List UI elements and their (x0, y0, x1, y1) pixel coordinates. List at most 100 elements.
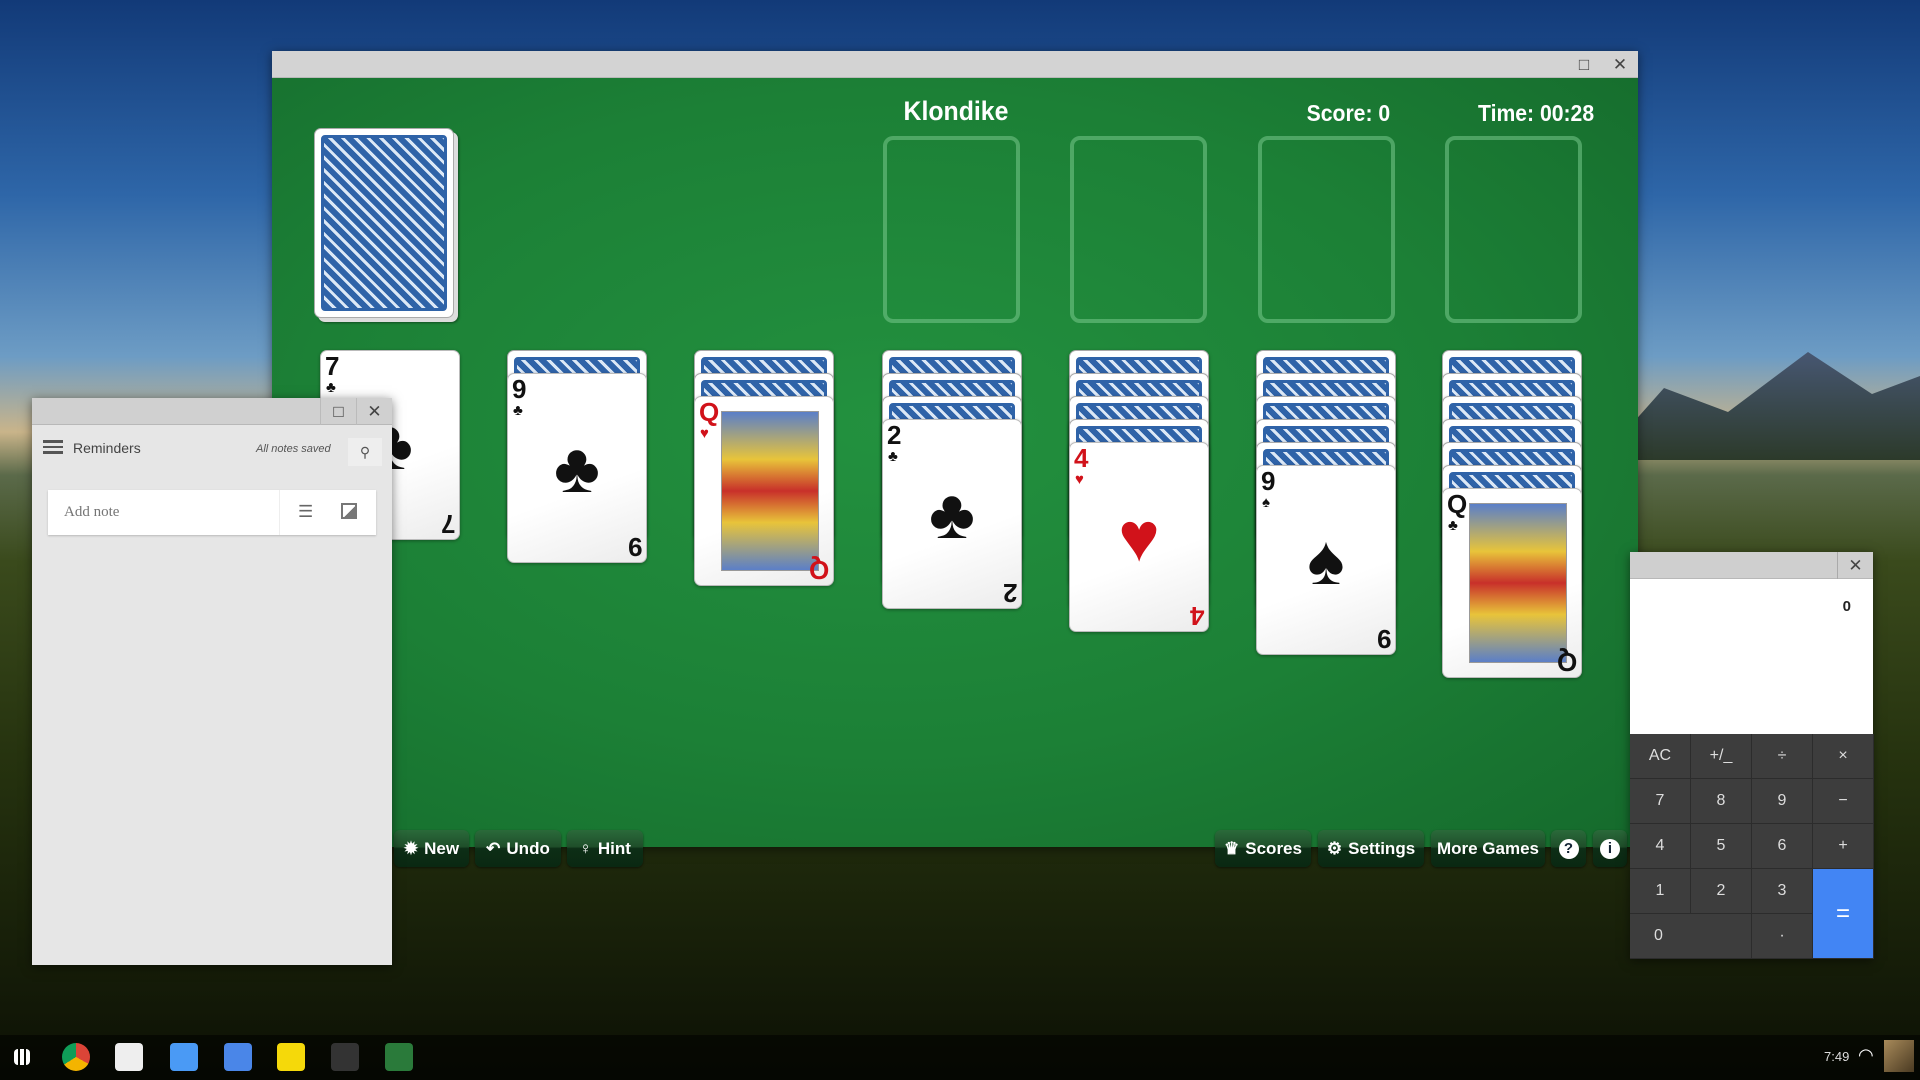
undo-button[interactable]: ↶ Undo (475, 830, 561, 867)
calculator-display: 0 (1842, 598, 1851, 615)
maximize-button[interactable]: □ (320, 398, 356, 425)
info-button[interactable]: i (1593, 830, 1627, 867)
foundation-pile[interactable] (1258, 136, 1395, 323)
calc-key[interactable]: = (1813, 869, 1874, 959)
card-rank: Q (699, 397, 720, 427)
card-rank-bottom: 9 (1376, 624, 1391, 654)
hearts-icon: ♥ (1075, 471, 1084, 488)
card-rank: 4 (1074, 443, 1089, 473)
foundation-pile[interactable] (883, 136, 1020, 323)
calc-key[interactable]: − (1813, 779, 1874, 824)
clubs-icon: ♣ (326, 379, 336, 396)
close-button[interactable]: ✕ (1602, 51, 1638, 78)
close-button[interactable]: ✕ (356, 398, 392, 425)
tableau-card[interactable]: Q ♥ Q (694, 396, 834, 586)
search-button[interactable]: ⚲ (348, 438, 382, 466)
card-rank-bottom: Q (1556, 647, 1577, 677)
clock: 7:49 (1824, 1049, 1850, 1064)
card-rank-bottom: 7 (440, 509, 455, 539)
calc-key[interactable]: 7 (1630, 779, 1691, 824)
calc-key[interactable]: × (1813, 734, 1874, 779)
solitaire-window: □ ✕ Klondike Score: 0 Time: 00:28 ♣7♣7♣9… (272, 51, 1638, 867)
docs-icon[interactable] (224, 1043, 252, 1071)
score: Score: 0 (1306, 100, 1391, 126)
calc-key[interactable]: ÷ (1752, 734, 1813, 779)
add-note-box: ☰ (48, 490, 376, 535)
tableau-card[interactable]: ♣ 9 ♣ 9 (507, 373, 647, 563)
court-card-art (1469, 503, 1567, 663)
help-icon: ? (1558, 838, 1579, 859)
calculator-titlebar: ✕ (1630, 552, 1873, 579)
calc-key[interactable]: · (1752, 914, 1813, 959)
clubs-icon: ♣ (1448, 517, 1458, 534)
court-card-art (721, 411, 819, 571)
card-rank: Q (1447, 489, 1468, 519)
calc-key[interactable]: 5 (1691, 824, 1752, 869)
new-game-button[interactable]: ✹ New (394, 830, 469, 867)
suit-pip-icon: ♣ (554, 429, 600, 507)
settings-button[interactable]: ⚙ Settings (1318, 830, 1424, 867)
game-board: Klondike Score: 0 Time: 00:28 ♣7♣7♣9♣9Q♥… (272, 78, 1638, 867)
wallpaper-mountains (1600, 352, 1920, 460)
help-button[interactable]: ? (1551, 830, 1586, 867)
tableau-card[interactable]: ♥ 4 ♥ 4 (1069, 442, 1209, 632)
card-rank: 9 (1261, 466, 1276, 496)
close-button[interactable]: ✕ (1837, 552, 1873, 579)
calc-key[interactable]: 3 (1752, 869, 1813, 914)
timer: Time: 00:28 (1478, 100, 1595, 126)
launcher-icon[interactable] (14, 1049, 30, 1065)
window-manager-icon[interactable] (331, 1043, 359, 1071)
taskbar: 7:49 ◠ (0, 1035, 1920, 1080)
calc-key[interactable]: 9 (1752, 779, 1813, 824)
calc-key[interactable]: 6 (1752, 824, 1813, 869)
calc-key[interactable]: +/_ (1691, 734, 1752, 779)
foundation-pile[interactable] (1070, 136, 1207, 323)
menu-icon[interactable] (43, 440, 63, 454)
lightbulb-icon: ♀ (579, 838, 592, 858)
solitaire-titlebar: □ ✕ (272, 51, 1638, 78)
app-title: Reminders (73, 440, 141, 456)
user-avatar[interactable] (1884, 1040, 1914, 1072)
list-icon[interactable]: ☰ (298, 502, 313, 522)
gmail-icon[interactable] (115, 1043, 143, 1071)
wifi-icon[interactable]: ◠ (1858, 1045, 1874, 1066)
maximize-button[interactable]: □ (1566, 51, 1602, 78)
game-title: Klondike (903, 96, 1009, 126)
tableau-card[interactable]: ♣ 2 ♣ 2 (882, 419, 1022, 609)
calc-key[interactable]: 8 (1691, 779, 1752, 824)
info-icon: i (1600, 838, 1620, 859)
search-icon: ⚲ (359, 443, 371, 460)
calc-key[interactable]: 1 (1630, 869, 1691, 914)
calc-key[interactable]: 2 (1691, 869, 1752, 914)
image-icon[interactable] (341, 503, 357, 519)
card-rank-bottom: 2 (1002, 578, 1017, 608)
card-rank-bottom: 9 (627, 532, 642, 562)
more-games-button[interactable]: More Games (1431, 830, 1545, 867)
card-rank: 7 (325, 351, 340, 381)
save-status: All notes saved (256, 443, 331, 455)
add-note-input[interactable] (48, 490, 280, 535)
card-rank-bottom: 4 (1189, 601, 1204, 631)
reminders-window: □ ✕ Reminders All notes saved ⚲ ☰ (32, 398, 392, 965)
calc-key[interactable]: AC (1630, 734, 1691, 779)
solitaire-icon[interactable] (385, 1043, 413, 1071)
card-rank: 9 (512, 374, 527, 404)
tableau-card[interactable]: Q ♣ Q (1442, 488, 1582, 678)
tableau-card[interactable]: ♠ 9 ♠ 9 (1256, 465, 1396, 655)
scores-button[interactable]: ♛ Scores (1215, 830, 1311, 867)
calculator-window: ✕ 0 AC +/_ ÷ × 7 8 9−4 5 6 +1 2 3 = 0 · (1630, 552, 1874, 959)
keep-icon[interactable] (277, 1043, 305, 1071)
chrome-icon[interactable] (62, 1043, 90, 1071)
hint-button[interactable]: ♀ Hint (567, 830, 643, 867)
calc-key[interactable]: + (1813, 824, 1874, 869)
suit-pip-icon: ♥ (1118, 498, 1160, 576)
calc-key[interactable]: 0 (1630, 914, 1752, 959)
sun-icon: ✹ (403, 838, 419, 858)
calc-key[interactable]: 4 (1630, 824, 1691, 869)
clubs-icon: ♣ (513, 402, 523, 419)
files-icon[interactable] (170, 1043, 198, 1071)
hearts-icon: ♥ (700, 425, 709, 442)
foundation-pile[interactable] (1445, 136, 1582, 323)
stock-pile[interactable] (314, 128, 454, 318)
card-rank: 2 (887, 420, 902, 450)
